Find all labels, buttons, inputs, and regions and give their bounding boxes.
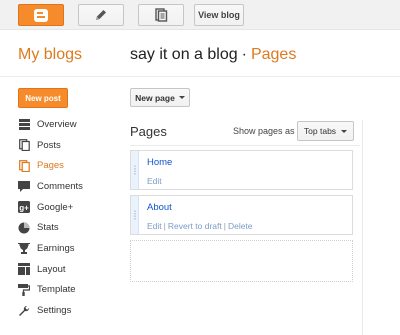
posts-list-button[interactable]	[138, 4, 184, 26]
sidebar-item-label: Google+	[37, 201, 74, 213]
view-blog-button[interactable]: View blog	[194, 4, 244, 26]
wrench-icon	[18, 305, 30, 317]
blogger-home-button[interactable]	[18, 4, 64, 26]
page-actions: Edit	[147, 176, 162, 186]
sidebar-item-overview[interactable]: Overview	[18, 114, 118, 135]
posts-icon	[18, 139, 30, 152]
new-post-pencil-button[interactable]	[78, 4, 124, 26]
top-toolbar: View blog	[0, 0, 400, 30]
show-pages-as-select[interactable]: Top tabs	[297, 121, 354, 141]
sidebar-item-posts[interactable]: Posts	[18, 135, 118, 156]
sidebar-item-label: Settings	[37, 305, 72, 317]
page-actions: Edit | Revert to draft | Delete	[147, 221, 253, 231]
title-separator: ·	[241, 46, 247, 63]
overview-icon	[18, 118, 30, 130]
my-blogs-link[interactable]: My blogs	[18, 46, 82, 64]
page-card-about: About Edit | Revert to draft | Delete	[130, 195, 353, 235]
column-divider	[362, 120, 363, 335]
layout-icon	[18, 263, 30, 276]
sidebar-item-layout[interactable]: Layout	[18, 259, 118, 280]
show-pages-as-value: Top tabs	[303, 126, 337, 136]
earnings-icon	[18, 242, 30, 255]
comments-icon	[18, 180, 30, 192]
sidebar-nav: Overview Posts Pages Comments g+ Google+…	[18, 114, 118, 321]
page-card-home: Home Edit	[130, 150, 353, 190]
stats-icon	[18, 222, 30, 234]
delete-link[interactable]: Delete	[228, 221, 253, 231]
pages-divider	[130, 145, 360, 146]
sidebar-item-comments[interactable]: Comments	[18, 176, 118, 197]
sidebar-item-label: Layout	[37, 263, 66, 275]
sidebar-item-label: Posts	[37, 139, 61, 151]
page-title-link[interactable]: Home	[147, 157, 172, 168]
pages-icon	[18, 159, 30, 172]
action-separator: |	[163, 221, 166, 231]
new-post-button[interactable]: New post	[18, 88, 68, 108]
sidebar-item-label: Template	[37, 284, 76, 296]
google-plus-icon: g+	[18, 201, 30, 214]
show-pages-as-label: Show pages as	[233, 126, 295, 136]
sidebar-item-label: Comments	[37, 180, 83, 192]
page-drop-slot	[130, 240, 353, 282]
chevron-down-icon	[341, 129, 348, 133]
new-page-dropdown[interactable]: New page	[130, 88, 190, 107]
pencil-icon	[96, 10, 106, 20]
sidebar-item-earnings[interactable]: Earnings	[18, 238, 118, 259]
sidebar-item-settings[interactable]: Settings	[18, 300, 118, 321]
chevron-down-icon	[178, 96, 185, 99]
revert-to-draft-link[interactable]: Revert to draft	[168, 221, 222, 231]
sidebar-item-pages[interactable]: Pages	[18, 155, 118, 176]
sidebar-item-template[interactable]: Template	[18, 280, 118, 301]
svg-text:g+: g+	[19, 204, 29, 213]
page-title-link[interactable]: About	[147, 202, 172, 213]
blog-name[interactable]: say it on a blog	[130, 46, 238, 63]
template-icon	[18, 283, 30, 296]
sidebar-item-label: Earnings	[37, 242, 75, 254]
sidebar-item-label: Stats	[37, 222, 59, 234]
sidebar-item-stats[interactable]: Stats	[18, 217, 118, 238]
new-page-label: New page	[135, 92, 175, 103]
sidebar-item-google-plus[interactable]: g+ Google+	[18, 197, 118, 218]
edit-link[interactable]: Edit	[147, 176, 162, 186]
sidebar-item-label: Pages	[37, 160, 64, 172]
page-title: say it on a blog · Pages	[130, 46, 296, 64]
action-separator: |	[223, 221, 226, 231]
header-divider	[0, 76, 400, 77]
section-name: Pages	[250, 46, 297, 63]
pages-heading: Pages	[130, 124, 167, 139]
edit-link[interactable]: Edit	[147, 221, 162, 231]
blogger-logo-icon	[34, 8, 48, 22]
drag-handle[interactable]	[131, 196, 139, 234]
posts-list-icon	[155, 8, 168, 22]
sidebar-item-label: Overview	[37, 118, 77, 130]
drag-handle[interactable]	[131, 151, 139, 189]
